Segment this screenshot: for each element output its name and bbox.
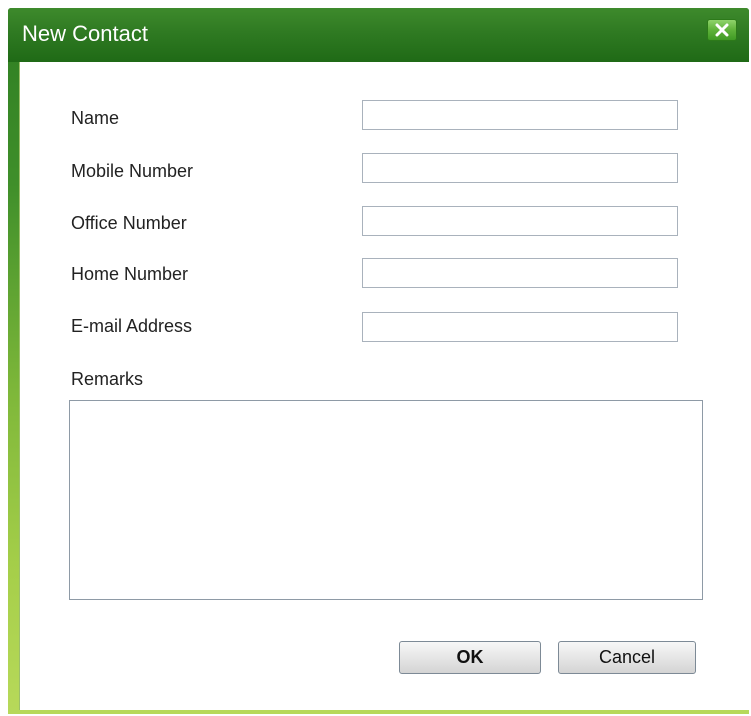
remarks-textarea[interactable] bbox=[69, 400, 703, 600]
office-number-label: Office Number bbox=[71, 213, 187, 233]
dialog-body: Name Mobile Number Office Number Home Nu… bbox=[19, 62, 749, 710]
new-contact-dialog: New Contact Name Mobile Number Office Nu… bbox=[0, 0, 751, 716]
window-title: New Contact bbox=[22, 21, 148, 46]
close-icon bbox=[715, 23, 729, 37]
name-label: Name bbox=[71, 108, 120, 128]
mobile-number-field[interactable] bbox=[362, 153, 678, 183]
name-field[interactable] bbox=[362, 100, 678, 130]
ok-button[interactable]: OK bbox=[399, 641, 541, 674]
mobile-number-label: Mobile Number bbox=[71, 161, 194, 181]
office-number-field[interactable] bbox=[362, 206, 678, 236]
remarks-label: Remarks bbox=[71, 369, 144, 389]
close-button[interactable] bbox=[707, 19, 737, 41]
email-address-label: E-mail Address bbox=[71, 316, 193, 336]
title-bar[interactable]: New Contact bbox=[8, 8, 749, 62]
email-address-field[interactable] bbox=[362, 312, 678, 342]
home-number-field[interactable] bbox=[362, 258, 678, 288]
cancel-button[interactable]: Cancel bbox=[558, 641, 696, 674]
home-number-label: Home Number bbox=[71, 264, 189, 284]
